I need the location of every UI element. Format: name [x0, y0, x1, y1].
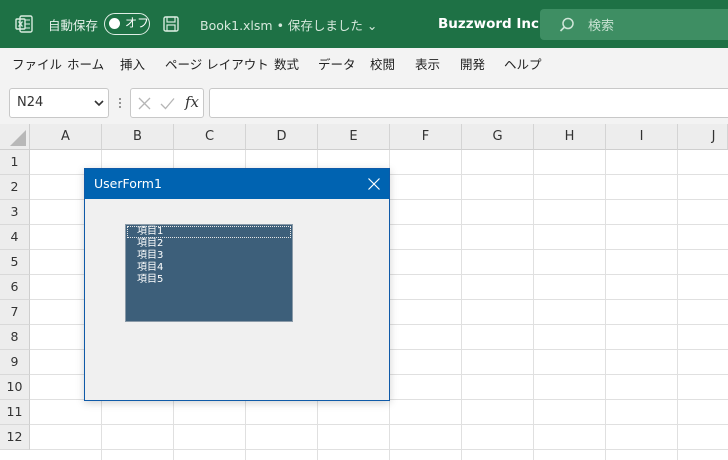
column-header-c[interactable]: C	[174, 124, 246, 150]
row-header-7[interactable]: 7	[0, 300, 30, 325]
list-item[interactable]: 項目2	[127, 238, 291, 250]
column-header-d[interactable]: D	[246, 124, 318, 150]
formula-tools: fx	[130, 88, 204, 118]
row-header-11[interactable]: 11	[0, 400, 30, 425]
row-header-10[interactable]: 10	[0, 375, 30, 400]
more-options-icon[interactable]	[117, 96, 123, 110]
column-header-f[interactable]: F	[390, 124, 462, 150]
toggle-label: オフ	[125, 16, 150, 30]
menu-insert[interactable]: 挿入	[120, 48, 145, 82]
select-all-corner[interactable]	[0, 124, 30, 150]
column-header-i[interactable]: I	[606, 124, 678, 150]
row-header-8[interactable]: 8	[0, 325, 30, 350]
name-box[interactable]: N24	[9, 88, 109, 118]
column-header-b[interactable]: B	[102, 124, 174, 150]
column-header-j[interactable]: J	[678, 124, 728, 150]
userform-dialog: UserForm1 項目1 項目2 項目3 項目4 項目5	[84, 168, 390, 401]
close-icon[interactable]	[367, 177, 381, 191]
autosave-toggle[interactable]: オフ	[104, 13, 150, 35]
toggle-knob	[109, 18, 120, 29]
search-placeholder: 検索	[588, 19, 615, 34]
menu-help[interactable]: ヘルプ	[504, 48, 542, 82]
menu-file[interactable]: ファイル	[12, 48, 62, 82]
row-header-2[interactable]: 2	[0, 175, 30, 200]
search-box[interactable]: 検索	[540, 9, 728, 40]
menu-formulas[interactable]: 数式	[274, 48, 299, 82]
select-all-triangle-icon	[10, 130, 26, 146]
name-box-value: N24	[17, 95, 44, 110]
chevron-down-icon[interactable]	[94, 99, 104, 107]
save-icon[interactable]	[162, 0, 184, 48]
list-item[interactable]: 項目3	[127, 250, 291, 262]
column-header-h[interactable]: H	[534, 124, 606, 150]
dialog-title: UserForm1	[94, 176, 162, 191]
autosave-label: 自動保存	[48, 17, 99, 33]
formula-input[interactable]	[209, 88, 728, 118]
list-item[interactable]: 項目4	[127, 262, 291, 274]
list-item[interactable]: 項目1	[127, 226, 291, 238]
menu-home[interactable]: ホーム	[67, 48, 104, 82]
menu-view[interactable]: 表示	[415, 48, 440, 82]
row-header-9[interactable]: 9	[0, 350, 30, 375]
menu-developer[interactable]: 開発	[460, 48, 485, 82]
listbox[interactable]: 項目1 項目2 項目3 項目4 項目5	[125, 224, 293, 322]
document-title[interactable]: Book1.xlsm • 保存しました ⌄	[200, 0, 377, 48]
search-icon	[559, 17, 574, 32]
row-header-3[interactable]: 3	[0, 200, 30, 225]
dialog-title-bar[interactable]: UserForm1	[85, 169, 389, 199]
title-bar: 自動保存 オフ Book1.xlsm • 保存しました ⌄ Buzzword I…	[0, 0, 728, 48]
ribbon-menu-bar: ファイル ホーム 挿入 ページ レイアウト 数式 データ 校閲 表示 開発 ヘル…	[0, 48, 728, 82]
column-header-e[interactable]: E	[318, 124, 390, 150]
formula-bar: N24 fx	[0, 82, 728, 124]
row-header-1[interactable]: 1	[0, 150, 30, 175]
menu-review[interactable]: 校閲	[370, 48, 395, 82]
row-header-6[interactable]: 6	[0, 275, 30, 300]
list-item[interactable]: 項目5	[127, 274, 291, 286]
row-header-12[interactable]: 12	[0, 425, 30, 450]
excel-app-icon[interactable]	[14, 0, 36, 48]
insert-function-button[interactable]: fx	[185, 93, 199, 111]
menu-data[interactable]: データ	[318, 48, 356, 82]
company-name: Buzzword Inc.	[438, 16, 545, 32]
cancel-icon[interactable]	[138, 97, 151, 110]
enter-check-icon[interactable]	[160, 97, 175, 110]
menu-page-layout[interactable]: ページ レイアウト	[165, 48, 269, 82]
column-header-g[interactable]: G	[462, 124, 534, 150]
column-header-a[interactable]: A	[30, 124, 102, 150]
row-header-5[interactable]: 5	[0, 250, 30, 275]
row-header-4[interactable]: 4	[0, 225, 30, 250]
